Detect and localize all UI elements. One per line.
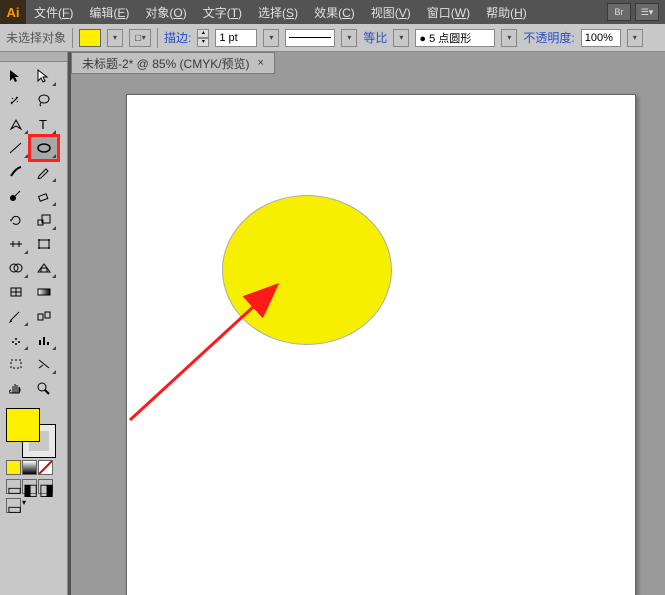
- symbol-sprayer-tool[interactable]: [2, 328, 30, 352]
- fill-dropdown[interactable]: ▾: [107, 29, 123, 47]
- stroke-type-dropdown[interactable]: ▢▾: [129, 29, 151, 47]
- scale-tool[interactable]: [30, 208, 58, 232]
- stroke-value-input[interactable]: [215, 29, 257, 47]
- ellipse-object[interactable]: [222, 195, 392, 345]
- selection-status: 未选择对象: [6, 29, 66, 46]
- stroke-value-dropdown[interactable]: ▾: [263, 29, 279, 47]
- color-mode-color[interactable]: [6, 460, 21, 475]
- draw-behind[interactable]: ◧: [22, 479, 37, 494]
- canvas[interactable]: [71, 74, 665, 595]
- rotate-tool[interactable]: [2, 208, 30, 232]
- mesh-tool[interactable]: [2, 280, 30, 304]
- menu-right-1[interactable]: ☰▾: [635, 3, 659, 21]
- pencil-tool[interactable]: [30, 160, 58, 184]
- screen-mode-dropdown[interactable]: ▾: [22, 498, 37, 513]
- blob-brush-tool[interactable]: [2, 184, 30, 208]
- menu-items: 文件(F)编辑(E)对象(O)文字(T)选择(S)效果(C)视图(V)窗口(W)…: [26, 4, 607, 21]
- color-mode-row: [0, 458, 67, 477]
- menu-e[interactable]: 编辑(E): [81, 4, 137, 21]
- opacity-label[interactable]: 不透明度:: [523, 29, 574, 46]
- fill-color-swatch[interactable]: [6, 408, 40, 442]
- stroke-style-preview[interactable]: [285, 29, 335, 47]
- fill-swatch[interactable]: [79, 29, 101, 47]
- pen-tool[interactable]: [2, 112, 30, 136]
- artboard-tool[interactable]: [2, 352, 30, 376]
- stroke-style-dropdown[interactable]: ▾: [341, 29, 357, 47]
- brush-dropdown[interactable]: ▾: [501, 29, 517, 47]
- menu-h[interactable]: 帮助(H): [478, 4, 535, 21]
- slice-tool[interactable]: [30, 352, 58, 376]
- control-bar: 未选择对象 ▾ ▢▾ 描边: ▴▾ ▾ ▾ 等比 ▾ ● 5 点圆形 ▾ 不透明…: [0, 24, 665, 52]
- document-tab-title: 未标题-2* @ 85% (CMYK/预览): [82, 55, 250, 72]
- separator: [157, 28, 158, 48]
- toolbox-grabber[interactable]: [0, 52, 67, 62]
- screen-mode-row: ▭ ▾: [0, 496, 67, 515]
- menu-s[interactable]: 选择(S): [250, 4, 306, 21]
- color-mode-gradient[interactable]: [22, 460, 37, 475]
- proportion-label[interactable]: 等比: [363, 29, 387, 46]
- perspective-grid-tool[interactable]: [30, 256, 58, 280]
- hand-tool[interactable]: [2, 376, 30, 400]
- opacity-input[interactable]: [581, 29, 621, 47]
- menubar: Ai 文件(F)编辑(E)对象(O)文字(T)选择(S)效果(C)视图(V)窗口…: [0, 0, 665, 24]
- width-tool[interactable]: [2, 232, 30, 256]
- brush-preset[interactable]: ● 5 点圆形: [415, 29, 495, 47]
- type-tool[interactable]: T: [30, 112, 58, 136]
- document-area: 未标题-2* @ 85% (CMYK/预览) ×: [71, 52, 665, 595]
- color-mode-none[interactable]: [38, 460, 53, 475]
- menu-right: Br☰▾: [607, 3, 659, 21]
- free-transform-tool[interactable]: [30, 232, 58, 256]
- stroke-spinner[interactable]: ▴▾: [197, 29, 209, 47]
- menu-c[interactable]: 效果(C): [306, 4, 363, 21]
- fill-stroke-indicator[interactable]: [6, 408, 56, 458]
- draw-inside[interactable]: ◨: [38, 479, 53, 494]
- svg-text:T: T: [39, 117, 47, 131]
- menu-right-0[interactable]: Br: [607, 3, 631, 21]
- zoom-tool[interactable]: [30, 376, 58, 400]
- line-segment-tool[interactable]: [2, 136, 30, 160]
- gradient-tool[interactable]: [30, 280, 58, 304]
- toolbox-panel: T ▭ ◧ ◨ ▭ ▾: [0, 52, 68, 595]
- menu-o[interactable]: 对象(O): [137, 4, 194, 21]
- shape-builder-tool[interactable]: [2, 256, 30, 280]
- column-graph-tool[interactable]: [30, 328, 58, 352]
- paintbrush-tool[interactable]: [2, 160, 30, 184]
- screen-mode-button[interactable]: ▭: [6, 498, 21, 513]
- toolbox: T: [0, 62, 67, 402]
- document-tab[interactable]: 未标题-2* @ 85% (CMYK/预览) ×: [71, 52, 275, 74]
- stroke-label[interactable]: 描边:: [164, 29, 191, 46]
- artboard: [126, 94, 636, 595]
- menu-f[interactable]: 文件(F): [26, 4, 81, 21]
- menu-v[interactable]: 视图(V): [363, 4, 419, 21]
- eyedropper-tool[interactable]: [2, 304, 30, 328]
- blend-tool[interactable]: [30, 304, 58, 328]
- menu-w[interactable]: 窗口(W): [419, 4, 478, 21]
- proportion-dropdown[interactable]: ▾: [393, 29, 409, 47]
- ellipse-tool[interactable]: [30, 136, 58, 160]
- lasso-tool[interactable]: [30, 88, 58, 112]
- menu-t[interactable]: 文字(T): [195, 4, 250, 21]
- eraser-tool[interactable]: [30, 184, 58, 208]
- separator: [72, 28, 73, 48]
- magic-wand-tool[interactable]: [2, 88, 30, 112]
- draw-normal[interactable]: ▭: [6, 479, 21, 494]
- opacity-dropdown[interactable]: ▾: [627, 29, 643, 47]
- selection-tool[interactable]: [2, 64, 30, 88]
- document-tabs: 未标题-2* @ 85% (CMYK/预览) ×: [71, 52, 665, 74]
- draw-mode-row: ▭ ◧ ◨: [0, 477, 67, 496]
- close-tab-icon[interactable]: ×: [258, 57, 264, 69]
- direct-selection-tool[interactable]: [30, 64, 58, 88]
- app-logo: Ai: [0, 0, 26, 24]
